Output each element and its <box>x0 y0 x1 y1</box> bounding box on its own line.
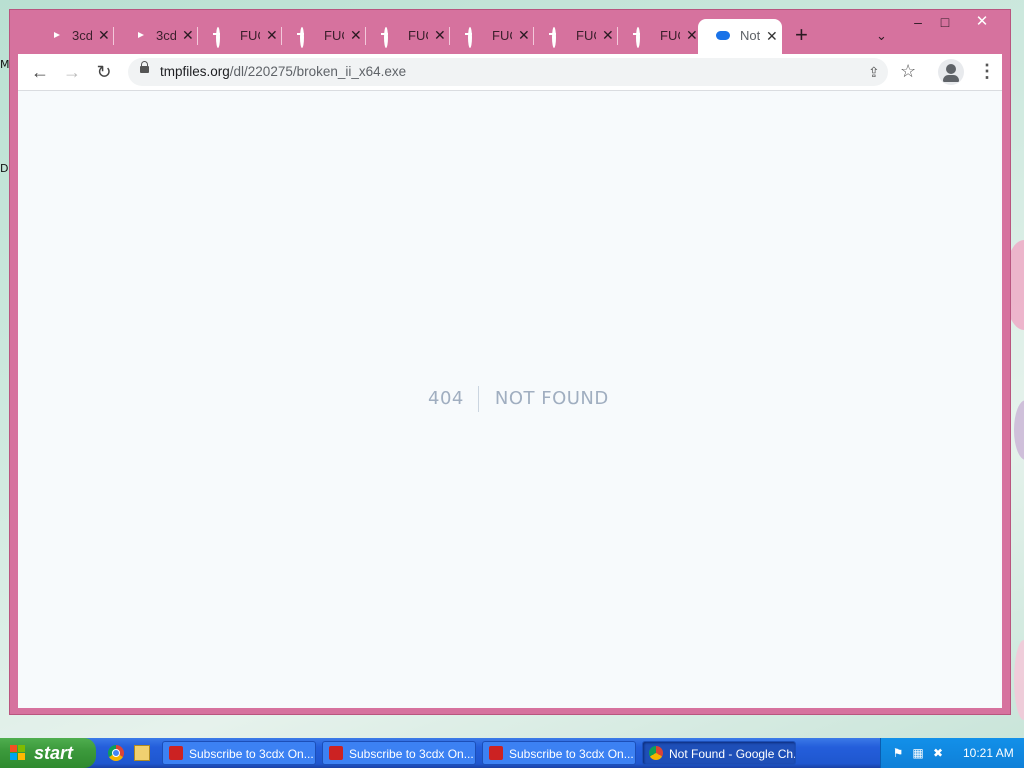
google-icon <box>468 27 484 48</box>
google-icon <box>216 27 232 48</box>
tab-title: FUC <box>660 28 680 43</box>
tab-strip: 3cd ✕ 3cd ✕ FUC ✕ FUC ✕ FUC ✕ <box>10 10 1010 54</box>
explorer-quicklaunch-icon[interactable] <box>134 745 150 761</box>
tab[interactable]: FUC ✕ <box>618 23 702 49</box>
tab-close-icon[interactable]: ✕ <box>434 26 446 44</box>
network-icon[interactable]: ▦ <box>911 746 925 760</box>
app-icon <box>329 746 343 760</box>
back-button[interactable]: ← <box>28 60 52 84</box>
taskbar-button[interactable]: Subscribe to 3cdx On... <box>162 741 316 765</box>
tab[interactable]: 3cd ✕ <box>30 23 114 49</box>
profile-avatar-icon[interactable] <box>938 59 964 85</box>
browser-window: 3cd ✕ 3cd ✕ FUC ✕ FUC ✕ FUC ✕ <box>10 10 1010 714</box>
tab-title: FUC <box>240 28 260 43</box>
share-icon[interactable]: ⇪ <box>868 64 880 81</box>
tab[interactable]: FUC ✕ <box>366 23 450 49</box>
youtube-icon <box>48 29 64 43</box>
reload-button[interactable]: ↻ <box>92 60 116 84</box>
tab-title: FUC <box>408 28 428 43</box>
windows-logo-icon <box>10 745 26 761</box>
tab[interactable]: FUC ✕ <box>282 23 366 49</box>
lock-icon[interactable] <box>140 61 149 73</box>
tab-title: 3cd <box>156 28 176 43</box>
tab-close-icon[interactable]: ✕ <box>182 26 194 44</box>
bookmark-star-icon[interactable]: ☆ <box>900 60 916 82</box>
tab-close-icon[interactable]: ✕ <box>602 26 614 44</box>
tab-title: FUC <box>492 28 512 43</box>
youtube-icon <box>132 29 148 43</box>
maximize-button[interactable]: □ <box>935 12 955 34</box>
chrome-icon <box>649 746 663 760</box>
app-icon <box>489 746 503 760</box>
tab-close-icon[interactable]: ✕ <box>266 26 278 44</box>
taskbar-button-active[interactable]: Not Found - Google Ch... <box>642 741 796 765</box>
tab-active[interactable]: Not ✕ <box>698 19 782 54</box>
error-message: 404 NOT FOUND <box>428 386 609 412</box>
tab-title: Not <box>740 28 760 43</box>
forward-button[interactable]: → <box>60 60 84 84</box>
security-alert-icon[interactable]: ⚑ <box>891 746 905 760</box>
tab[interactable]: 3cd ✕ <box>114 23 198 49</box>
tab-close-icon[interactable]: ✕ <box>350 26 362 44</box>
google-icon <box>636 27 652 48</box>
google-icon <box>384 27 400 48</box>
taskbar-button[interactable]: Subscribe to 3cdx On... <box>482 741 636 765</box>
url-text[interactable]: tmpfiles.org/dl/220275/broken_ii_x64.exe <box>160 64 406 79</box>
error-text: NOT FOUND <box>494 388 609 409</box>
address-bar[interactable]: tmpfiles.org/dl/220275/broken_ii_x64.exe… <box>128 58 888 86</box>
taskbar: start Subscribe to 3cdx On... Subscribe … <box>0 738 1024 768</box>
tab-title: FUC <box>324 28 344 43</box>
volume-muted-icon[interactable]: ✖ <box>931 746 945 760</box>
chrome-quicklaunch-icon[interactable] <box>108 745 124 761</box>
start-button[interactable]: start <box>0 738 96 768</box>
desktop-decoration <box>1014 640 1024 720</box>
google-icon <box>552 27 568 48</box>
desktop-decoration <box>1014 400 1024 460</box>
tab-title: 3cd <box>72 28 92 43</box>
tab[interactable]: FUC ✕ <box>450 23 534 49</box>
system-tray: ⚑ ▦ ✖ 10:21 AM <box>880 738 1024 768</box>
page-content: 404 NOT FOUND <box>18 90 1002 708</box>
tab-close-icon[interactable]: ✕ <box>98 26 110 44</box>
desktop-icon-labels: MD <box>0 58 10 175</box>
taskbar-button[interactable]: Subscribe to 3cdx On... <box>322 741 476 765</box>
app-icon <box>169 746 183 760</box>
clock[interactable]: 10:21 AM <box>963 738 1014 768</box>
new-tab-button[interactable]: + <box>795 24 808 46</box>
close-window-button[interactable]: ✕ <box>960 12 1004 34</box>
tab[interactable]: FUC ✕ <box>534 23 618 49</box>
cloud-upload-icon <box>716 29 732 43</box>
menu-kebab-icon[interactable]: ⋮ <box>978 59 996 83</box>
tab-close-icon[interactable]: ✕ <box>766 27 778 45</box>
minimize-button[interactable]: – <box>908 12 928 34</box>
tab-close-icon[interactable]: ✕ <box>686 26 698 44</box>
tab-close-icon[interactable]: ✕ <box>518 26 530 44</box>
tab-title: FUC <box>576 28 596 43</box>
error-code: 404 <box>428 386 479 412</box>
browser-toolbar: ← → ↻ tmpfiles.org/dl/220275/broken_ii_x… <box>18 54 1002 90</box>
tab-search-icon[interactable]: ⌄ <box>876 28 887 44</box>
tab[interactable]: FUC ✕ <box>198 23 282 49</box>
google-icon <box>300 27 316 48</box>
